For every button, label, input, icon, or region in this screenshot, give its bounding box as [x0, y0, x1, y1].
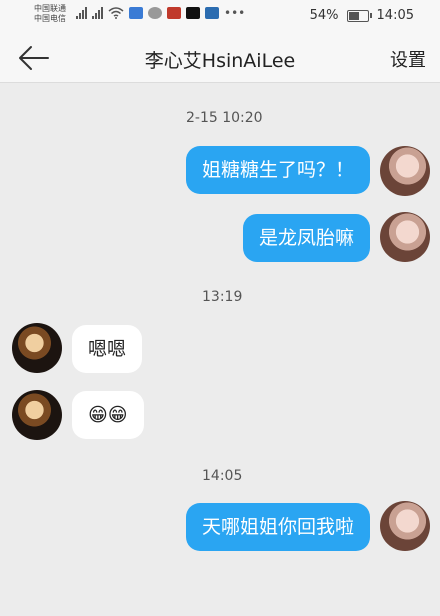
message-bubble-incoming[interactable]: 嗯嗯: [72, 325, 143, 373]
avatar[interactable]: [12, 390, 62, 440]
app-notification-icon: [129, 7, 143, 19]
battery-percent: 54%: [309, 8, 339, 23]
avatar[interactable]: [12, 323, 62, 373]
app-notification-icon: [167, 7, 181, 19]
chat-header: 李心艾HsinAiLee 设置: [0, 34, 440, 83]
carrier-1: 中国联通: [34, 4, 66, 13]
message-bubble-outgoing[interactable]: 姐糖糖生了吗？！: [185, 146, 370, 194]
status-icons: •••: [76, 6, 245, 20]
message-bubble-outgoing[interactable]: 是龙凤胎嘛: [242, 214, 370, 262]
clock: 14:05: [376, 8, 414, 23]
signal-icon: [92, 7, 103, 19]
avatar[interactable]: [380, 146, 430, 196]
app-notification-icon: [205, 7, 219, 19]
carrier-labels: 中国联通 中国电信: [34, 4, 66, 24]
battery-icon: [346, 9, 372, 22]
carrier-2: 中国电信: [34, 14, 66, 23]
settings-button[interactable]: 设置: [390, 46, 426, 72]
avatar[interactable]: [380, 501, 430, 551]
message-bubble-outgoing[interactable]: 天哪姐姐你回我啦: [185, 503, 370, 551]
message-bubble-incoming[interactable]: 😁😁: [72, 391, 144, 439]
status-right: 54% 14:05: [310, 8, 414, 23]
status-bar: 中国联通 中国电信 ••• 54% 14:05: [0, 0, 440, 34]
signal-icon: [76, 7, 87, 19]
timestamp: 14:05: [202, 468, 243, 484]
tiktok-icon: [186, 7, 200, 19]
timestamp: 2-15 10:20: [186, 110, 263, 126]
more-icon: •••: [224, 6, 246, 20]
wifi-icon: [108, 7, 124, 19]
avatar[interactable]: [380, 212, 430, 262]
contact-name: 李心艾HsinAiLee: [144, 50, 296, 72]
timestamp: 13:19: [202, 289, 243, 305]
app-notification-icon: [148, 7, 162, 19]
